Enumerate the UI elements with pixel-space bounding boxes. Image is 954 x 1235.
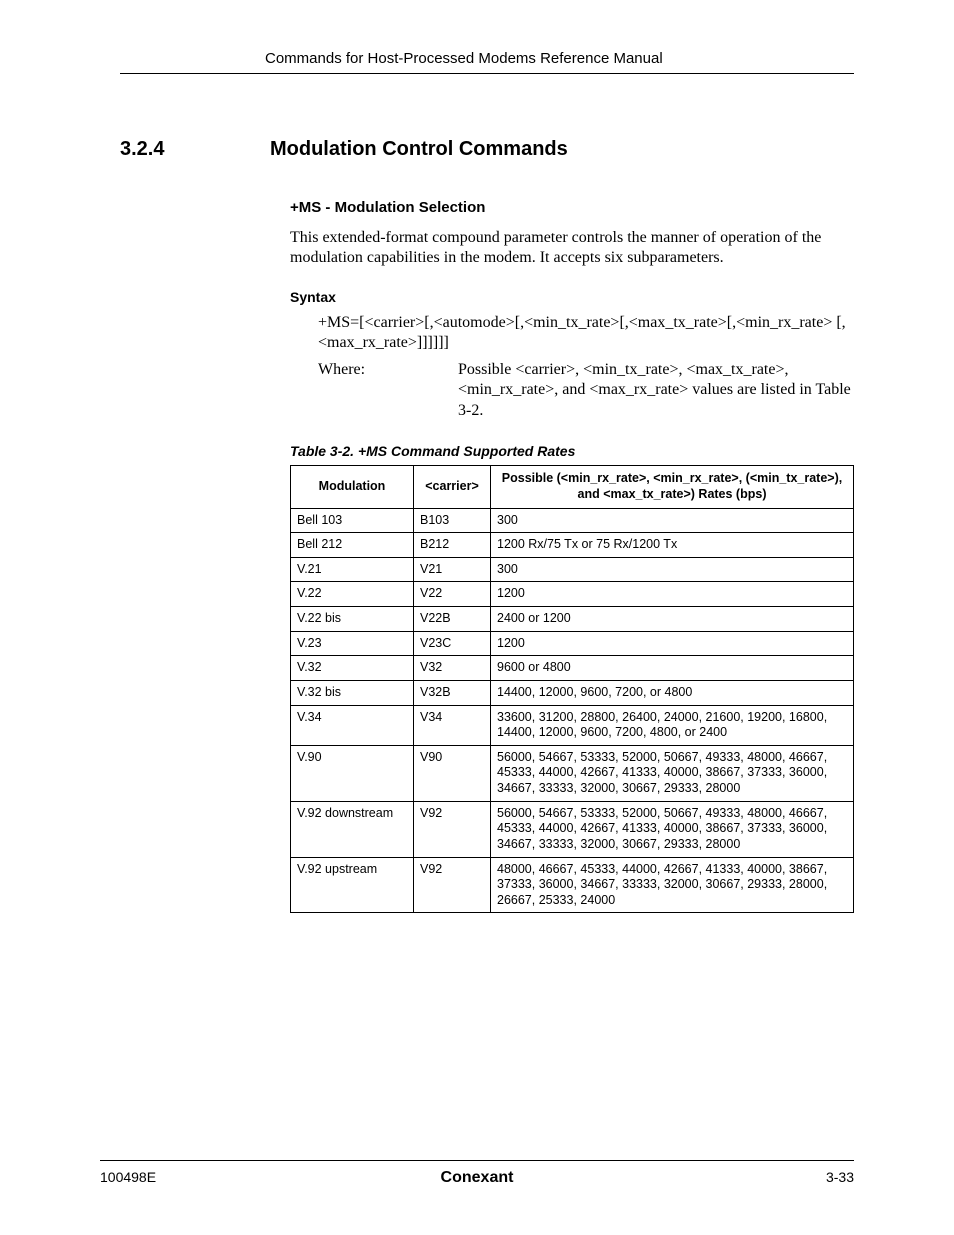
cell-carrier: V32 <box>414 656 491 681</box>
footer-left: 100498E <box>100 1169 156 1185</box>
cell-carrier: B103 <box>414 508 491 533</box>
cell-carrier: V34 <box>414 705 491 745</box>
cell-modulation: Bell 212 <box>291 533 414 558</box>
th-modulation: Modulation <box>291 466 414 508</box>
cell-rates: 300 <box>491 508 854 533</box>
footer-right: 3-33 <box>826 1169 854 1185</box>
cell-carrier: V23C <box>414 631 491 656</box>
table-row: V.92 upstreamV9248000, 46667, 45333, 440… <box>291 857 854 913</box>
cell-modulation: V.22 <box>291 582 414 607</box>
ms-description: This extended-format compound parameter … <box>290 228 854 269</box>
cell-carrier: V92 <box>414 801 491 857</box>
cell-rates: 14400, 12000, 9600, 7200, or 4800 <box>491 680 854 705</box>
cell-carrier: V90 <box>414 745 491 801</box>
table-row: Bell 212B2121200 Rx/75 Tx or 75 Rx/1200 … <box>291 533 854 558</box>
table-row: V.32 bisV32B14400, 12000, 9600, 7200, or… <box>291 680 854 705</box>
cell-modulation: V.92 upstream <box>291 857 414 913</box>
where-text: Possible <carrier>, <min_tx_rate>, <max_… <box>458 360 854 421</box>
cell-carrier: V32B <box>414 680 491 705</box>
page-footer: 100498E Conexant 3-33 <box>100 1160 854 1185</box>
table-row: V.22 bisV22B2400 or 1200 <box>291 607 854 632</box>
cell-rates: 2400 or 1200 <box>491 607 854 632</box>
cell-modulation: V.21 <box>291 557 414 582</box>
cell-rates: 9600 or 4800 <box>491 656 854 681</box>
cell-rates: 56000, 54667, 53333, 52000, 50667, 49333… <box>491 745 854 801</box>
syntax-line: +MS=[<carrier>[,<automode>[,<min_tx_rate… <box>318 313 854 354</box>
cell-carrier: V21 <box>414 557 491 582</box>
th-carrier: <carrier> <box>414 466 491 508</box>
cell-modulation: V.34 <box>291 705 414 745</box>
cell-rates: 300 <box>491 557 854 582</box>
cell-carrier: B212 <box>414 533 491 558</box>
where-row: Where: Possible <carrier>, <min_tx_rate>… <box>318 360 854 421</box>
table-row: V.92 downstreamV9256000, 54667, 53333, 5… <box>291 801 854 857</box>
th-rates: Possible (<min_rx_rate>, <min_rx_rate>, … <box>491 466 854 508</box>
section-heading: 3.2.4 Modulation Control Commands <box>120 138 854 161</box>
cell-rates: 1200 <box>491 582 854 607</box>
cell-rates: 48000, 46667, 45333, 44000, 42667, 41333… <box>491 857 854 913</box>
cell-carrier: V22 <box>414 582 491 607</box>
cell-carrier: V92 <box>414 857 491 913</box>
cell-modulation: V.92 downstream <box>291 801 414 857</box>
table-row: V.32V329600 or 4800 <box>291 656 854 681</box>
cell-rates: 33600, 31200, 28800, 26400, 24000, 21600… <box>491 705 854 745</box>
ms-heading: +MS - Modulation Selection <box>290 199 854 216</box>
table-row: V.34V3433600, 31200, 28800, 26400, 24000… <box>291 705 854 745</box>
section-number: 3.2.4 <box>120 138 270 161</box>
table-row: V.22V221200 <box>291 582 854 607</box>
cell-carrier: V22B <box>414 607 491 632</box>
where-label: Where: <box>318 360 458 421</box>
cell-modulation: V.32 bis <box>291 680 414 705</box>
section-title: Modulation Control Commands <box>270 138 568 161</box>
rates-table: Modulation <carrier> Possible (<min_rx_r… <box>290 465 854 913</box>
cell-modulation: Bell 103 <box>291 508 414 533</box>
table-row: Bell 103B103300 <box>291 508 854 533</box>
cell-rates: 1200 Rx/75 Tx or 75 Rx/1200 Tx <box>491 533 854 558</box>
table-row: V.21V21300 <box>291 557 854 582</box>
table-caption: Table 3-2. +MS Command Supported Rates <box>290 443 854 459</box>
cell-modulation: V.22 bis <box>291 607 414 632</box>
running-header: Commands for Host-Processed Modems Refer… <box>120 50 854 74</box>
table-row: V.90V9056000, 54667, 53333, 52000, 50667… <box>291 745 854 801</box>
cell-rates: 56000, 54667, 53333, 52000, 50667, 49333… <box>491 801 854 857</box>
cell-modulation: V.23 <box>291 631 414 656</box>
cell-modulation: V.90 <box>291 745 414 801</box>
syntax-label: Syntax <box>290 289 854 305</box>
footer-center: Conexant <box>100 1169 854 1187</box>
cell-modulation: V.32 <box>291 656 414 681</box>
table-row: V.23V23C1200 <box>291 631 854 656</box>
cell-rates: 1200 <box>491 631 854 656</box>
